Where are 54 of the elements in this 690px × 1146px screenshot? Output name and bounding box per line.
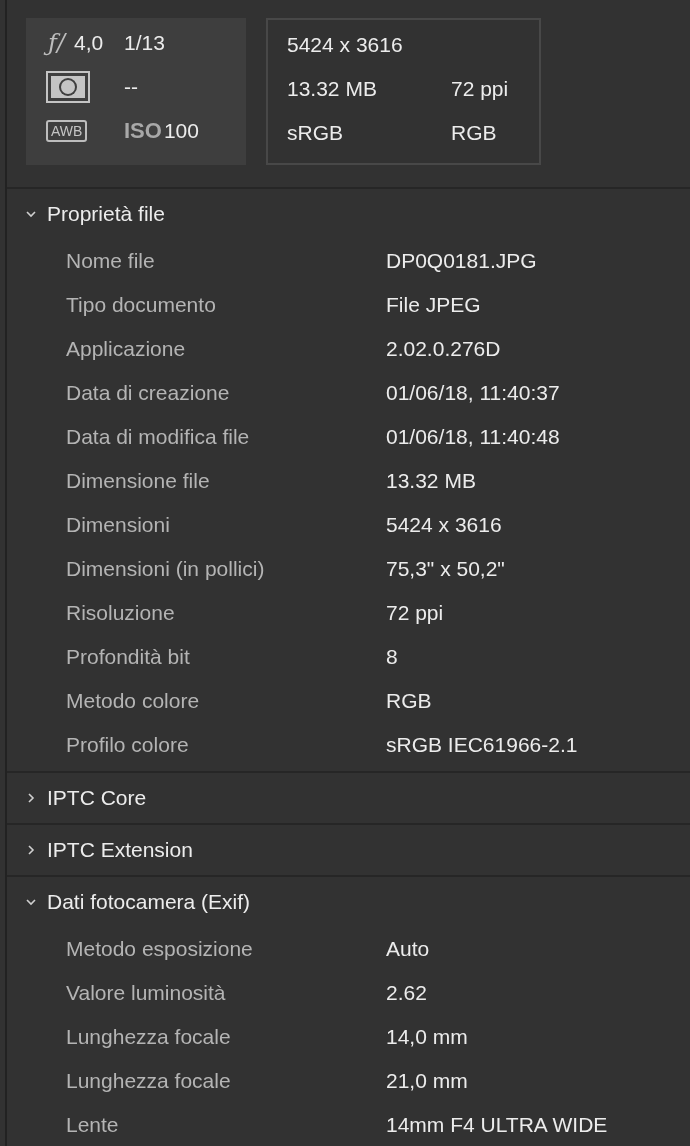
- property-value: 5424 x 3616: [386, 513, 502, 537]
- chevron-icon[interactable]: [25, 792, 37, 804]
- resolution-value: 72 ppi: [451, 76, 510, 102]
- property-value: 72 ppi: [386, 601, 444, 625]
- chevron-icon[interactable]: [25, 896, 37, 908]
- awb-mode-label: AWB: [46, 120, 88, 142]
- property-value: RGB: [386, 689, 432, 713]
- metering-icon: [46, 71, 90, 103]
- iso-value: 100: [163, 118, 199, 144]
- dimensions-value: 5424 x 3616: [287, 32, 404, 58]
- property-value: DP0Q0181.JPG: [386, 249, 537, 273]
- property-label: Dimensioni: [66, 513, 171, 537]
- section-title[interactable]: Dati fotocamera (Exif): [47, 890, 251, 914]
- property-label: Data di creazione: [66, 381, 231, 405]
- section-title[interactable]: Proprietà file: [47, 202, 165, 226]
- metering-value: --: [124, 74, 138, 100]
- property-value: 2.62: [386, 981, 427, 1005]
- file-size-value: 13.32 MB: [287, 76, 378, 102]
- property-value: 14mm F4 ULTRA WIDE: [386, 1113, 608, 1137]
- chevron-icon[interactable]: [25, 844, 37, 856]
- property-label: Lente: [66, 1113, 120, 1137]
- property-value: 21,0 mm: [386, 1069, 468, 1093]
- property-value: 14,0 mm: [386, 1025, 468, 1049]
- iso-label: ISO: [124, 118, 162, 144]
- property-label: Metodo colore: [66, 689, 201, 713]
- property-value: 8: [386, 645, 398, 669]
- section-title[interactable]: IPTC Core: [47, 786, 147, 810]
- property-label: Lunghezza focale: [66, 1025, 232, 1049]
- property-label: Lunghezza focale: [66, 1069, 232, 1093]
- property-label: Dimensioni (in pollici): [66, 557, 266, 581]
- aperture-value: 4,0: [73, 30, 104, 56]
- color-profile-value: sRGB: [287, 120, 344, 146]
- chevron-icon[interactable]: [25, 208, 37, 220]
- property-label: Profondità bit: [66, 645, 191, 669]
- color-mode-value: RGB: [451, 120, 498, 146]
- property-label: Applicazione: [66, 337, 187, 361]
- property-value: 01/06/18, 11:40:37: [386, 381, 560, 405]
- property-label: Dimensione file: [66, 469, 211, 493]
- property-value: 01/06/18, 11:40:48: [386, 425, 560, 449]
- section-title[interactable]: IPTC Extension: [47, 838, 193, 862]
- property-label: Metodo esposizione: [66, 937, 254, 961]
- property-value: 13.32 MB: [386, 469, 476, 493]
- property-label: Tipo documento: [66, 293, 217, 317]
- property-label: Nome file: [66, 249, 156, 273]
- property-label: Profilo colore: [66, 733, 190, 757]
- property-value: Auto: [386, 937, 430, 961]
- property-value: File JPEG: [386, 293, 481, 317]
- property-label: Data di modifica file: [66, 425, 251, 449]
- shutter-speed: 1/13: [124, 30, 165, 56]
- property-value: sRGB IEC61966-2.1: [386, 733, 578, 757]
- property-value: 75,3" x 50,2": [386, 557, 505, 581]
- property-value: 2.02.0.276D: [386, 337, 501, 361]
- property-label: Valore luminosità: [66, 981, 227, 1005]
- property-label: Risoluzione: [66, 601, 176, 625]
